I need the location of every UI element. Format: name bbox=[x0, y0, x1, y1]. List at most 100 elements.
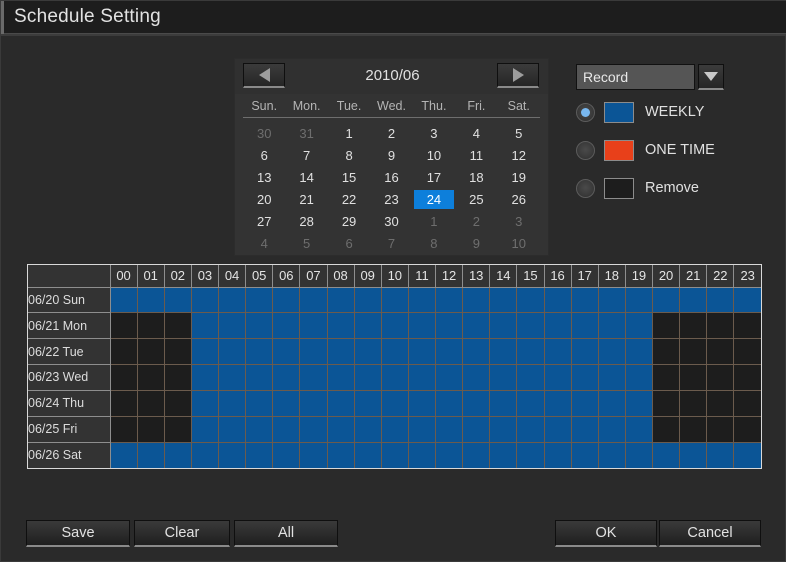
schedule-slot[interactable] bbox=[299, 416, 328, 443]
save-button[interactable]: Save bbox=[26, 520, 130, 547]
schedule-slot[interactable] bbox=[408, 287, 437, 314]
schedule-slot[interactable] bbox=[381, 364, 409, 391]
schedule-slot[interactable] bbox=[272, 390, 301, 417]
schedule-slot[interactable] bbox=[598, 287, 626, 314]
schedule-slot[interactable] bbox=[354, 390, 382, 417]
schedule-mode-option-weekly[interactable]: WEEKLY bbox=[576, 96, 736, 128]
schedule-slot[interactable] bbox=[652, 287, 681, 314]
schedule-slot[interactable] bbox=[245, 364, 274, 391]
schedule-slot[interactable] bbox=[679, 416, 708, 443]
schedule-slot[interactable] bbox=[110, 312, 138, 340]
schedule-slot[interactable] bbox=[245, 442, 274, 468]
schedule-slot[interactable] bbox=[679, 364, 708, 391]
schedule-slot[interactable] bbox=[110, 287, 138, 314]
calendar-day[interactable]: 27 bbox=[243, 210, 285, 232]
calendar-day[interactable]: 10 bbox=[498, 232, 540, 254]
schedule-slot[interactable] bbox=[110, 390, 138, 417]
calendar-day[interactable]: 13 bbox=[243, 166, 285, 188]
schedule-slot[interactable] bbox=[164, 312, 192, 340]
calendar-day[interactable]: 5 bbox=[498, 122, 540, 144]
schedule-slot[interactable] bbox=[164, 416, 192, 443]
schedule-slot[interactable] bbox=[571, 364, 599, 391]
schedule-slot[interactable] bbox=[191, 390, 220, 417]
schedule-slot[interactable] bbox=[733, 390, 761, 417]
schedule-slot[interactable] bbox=[164, 442, 192, 468]
schedule-slot[interactable] bbox=[462, 312, 491, 340]
schedule-slot[interactable] bbox=[299, 390, 328, 417]
schedule-slot[interactable] bbox=[191, 287, 220, 314]
all-button[interactable]: All bbox=[234, 520, 338, 547]
calendar-day[interactable]: 8 bbox=[413, 232, 455, 254]
calendar-day[interactable]: 15 bbox=[328, 166, 370, 188]
schedule-slot[interactable] bbox=[489, 364, 518, 391]
schedule-slot[interactable] bbox=[299, 442, 328, 468]
calendar-day[interactable]: 6 bbox=[243, 144, 285, 166]
calendar-day[interactable]: 5 bbox=[285, 232, 327, 254]
schedule-slot[interactable] bbox=[489, 338, 518, 366]
schedule-slot[interactable] bbox=[381, 338, 409, 366]
schedule-slot[interactable] bbox=[516, 390, 545, 417]
schedule-slot[interactable] bbox=[435, 287, 464, 314]
schedule-type-dropdown-button[interactable] bbox=[698, 64, 724, 90]
calendar-day[interactable]: 30 bbox=[243, 122, 285, 144]
schedule-slot[interactable] bbox=[408, 338, 437, 366]
schedule-slot[interactable] bbox=[327, 312, 355, 340]
schedule-slot[interactable] bbox=[571, 442, 599, 468]
calendar-day[interactable]: 25 bbox=[455, 188, 497, 210]
schedule-slot[interactable] bbox=[354, 287, 382, 314]
schedule-slot[interactable] bbox=[299, 364, 328, 391]
schedule-slot[interactable] bbox=[679, 442, 708, 468]
schedule-slot[interactable] bbox=[110, 338, 138, 366]
schedule-slot[interactable] bbox=[327, 287, 355, 314]
schedule-slot[interactable] bbox=[110, 416, 138, 443]
schedule-slot[interactable] bbox=[354, 338, 382, 366]
schedule-slot[interactable] bbox=[354, 442, 382, 468]
schedule-slot[interactable] bbox=[625, 390, 654, 417]
schedule-slot[interactable] bbox=[354, 312, 382, 340]
schedule-slot[interactable] bbox=[733, 338, 761, 366]
schedule-slot[interactable] bbox=[516, 416, 545, 443]
schedule-slot[interactable] bbox=[408, 416, 437, 443]
schedule-slot[interactable] bbox=[462, 416, 491, 443]
schedule-slot[interactable] bbox=[625, 287, 654, 314]
schedule-slot[interactable] bbox=[462, 442, 491, 468]
calendar-day[interactable]: 4 bbox=[455, 122, 497, 144]
schedule-slot[interactable] bbox=[164, 390, 192, 417]
schedule-slot[interactable] bbox=[245, 287, 274, 314]
calendar-day[interactable]: 7 bbox=[285, 144, 327, 166]
schedule-slot[interactable] bbox=[327, 364, 355, 391]
calendar-day[interactable]: 28 bbox=[285, 210, 327, 232]
schedule-slot[interactable] bbox=[218, 364, 247, 391]
schedule-slot[interactable] bbox=[598, 364, 626, 391]
schedule-slot[interactable] bbox=[571, 287, 599, 314]
calendar-day[interactable]: 8 bbox=[328, 144, 370, 166]
schedule-slot[interactable] bbox=[733, 312, 761, 340]
schedule-slot[interactable] bbox=[299, 287, 328, 314]
schedule-slot[interactable] bbox=[327, 442, 355, 468]
schedule-slot[interactable] bbox=[191, 312, 220, 340]
schedule-slot[interactable] bbox=[164, 364, 192, 391]
schedule-slot[interactable] bbox=[110, 364, 138, 391]
schedule-slot[interactable] bbox=[706, 442, 735, 468]
schedule-slot[interactable] bbox=[706, 416, 735, 443]
calendar-day[interactable]: 14 bbox=[285, 166, 327, 188]
schedule-slot[interactable] bbox=[164, 287, 192, 314]
schedule-slot[interactable] bbox=[571, 338, 599, 366]
schedule-slot[interactable] bbox=[137, 287, 165, 314]
schedule-slot[interactable] bbox=[652, 338, 681, 366]
schedule-slot[interactable] bbox=[625, 364, 654, 391]
schedule-slot[interactable] bbox=[544, 416, 572, 443]
schedule-slot[interactable] bbox=[381, 312, 409, 340]
calendar-day[interactable]: 3 bbox=[498, 210, 540, 232]
calendar-day[interactable]: 11 bbox=[455, 144, 497, 166]
schedule-slot[interactable] bbox=[706, 287, 735, 314]
calendar-day[interactable]: 2 bbox=[455, 210, 497, 232]
calendar-day[interactable]: 10 bbox=[413, 144, 455, 166]
schedule-slot[interactable] bbox=[354, 416, 382, 443]
schedule-slot[interactable] bbox=[462, 338, 491, 366]
schedule-slot[interactable] bbox=[462, 364, 491, 391]
calendar-day[interactable]: 16 bbox=[370, 166, 412, 188]
schedule-slot[interactable] bbox=[245, 338, 274, 366]
schedule-slot[interactable] bbox=[218, 390, 247, 417]
schedule-slot[interactable] bbox=[272, 364, 301, 391]
